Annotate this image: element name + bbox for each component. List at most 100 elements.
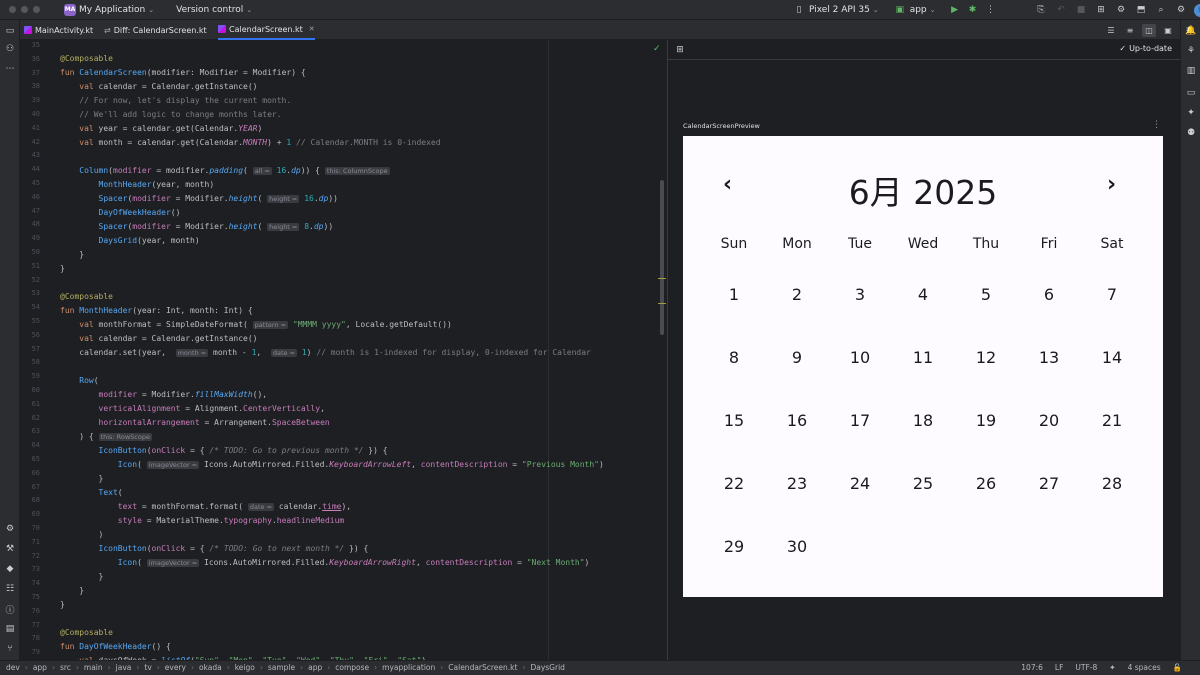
line-number[interactable]: 64 xyxy=(20,441,40,449)
indent-setting[interactable]: 4 spaces xyxy=(1128,663,1161,672)
line-number[interactable]: 42 xyxy=(20,138,40,146)
breadcrumb-item[interactable]: every xyxy=(165,663,186,672)
sync-icon[interactable]: ⎘ xyxy=(1034,3,1048,17)
breadcrumb-item[interactable]: src xyxy=(60,663,71,672)
android-sdk-icon[interactable]: ⬒ xyxy=(1134,3,1148,17)
preview-layout-icon[interactable]: ⊞ xyxy=(673,43,687,57)
line-number[interactable]: 79 xyxy=(20,648,40,656)
project-selector[interactable]: My Application ⌄ xyxy=(79,5,154,15)
day-cell[interactable]: 6 xyxy=(1017,285,1081,304)
day-cell[interactable]: 12 xyxy=(954,348,1018,367)
split-mode-icon[interactable]: ◫ xyxy=(1142,23,1156,37)
gem-icon[interactable]: ◆ xyxy=(3,562,17,576)
day-cell[interactable]: 26 xyxy=(954,474,1018,493)
day-cell[interactable]: 17 xyxy=(828,411,892,430)
window-controls[interactable] xyxy=(9,6,40,13)
breadcrumb-item[interactable]: myapplication xyxy=(382,663,435,672)
line-number[interactable]: 44 xyxy=(20,165,40,173)
line-number[interactable]: 62 xyxy=(20,414,40,422)
line-number[interactable]: 60 xyxy=(20,386,40,394)
undo-icon[interactable]: ↶ xyxy=(1054,3,1068,17)
next-month-button[interactable]: › xyxy=(1107,172,1116,197)
breadcrumb-item[interactable]: DaysGrid xyxy=(530,663,564,672)
line-number[interactable]: 66 xyxy=(20,469,40,477)
device-file-icon[interactable]: ▥ xyxy=(1184,64,1198,78)
run-config-selector[interactable]: ▣ app ⌄ xyxy=(893,3,935,17)
day-cell[interactable]: 18 xyxy=(891,411,955,430)
avatar[interactable]: 👤 xyxy=(1194,3,1200,17)
gemini-icon[interactable]: ✦ xyxy=(1184,106,1198,120)
day-cell[interactable]: 3 xyxy=(828,285,892,304)
day-cell[interactable]: 13 xyxy=(1017,348,1081,367)
day-cell[interactable]: 16 xyxy=(765,411,829,430)
day-cell[interactable]: 19 xyxy=(954,411,1018,430)
line-number[interactable]: 77 xyxy=(20,621,40,629)
ai-assistant-icon[interactable]: ✦ xyxy=(1109,663,1115,672)
change-marker[interactable] xyxy=(658,303,666,304)
line-number[interactable]: 67 xyxy=(20,483,40,491)
day-cell[interactable]: 1 xyxy=(702,285,766,304)
day-cell[interactable]: 27 xyxy=(1017,474,1081,493)
line-number[interactable]: 54 xyxy=(20,303,40,311)
line-number[interactable]: 49 xyxy=(20,234,40,242)
line-number[interactable]: 58 xyxy=(20,358,40,366)
line-number[interactable]: 50 xyxy=(20,248,40,256)
line-number[interactable]: 39 xyxy=(20,96,40,104)
tab-list-icon[interactable]: ☰ xyxy=(1104,24,1118,37)
code-mode-icon[interactable]: ≡ xyxy=(1123,24,1137,37)
more-options-icon[interactable]: ⋮ xyxy=(1152,120,1161,130)
code-editor[interactable]: 35 36 37 38 39 40 41 42 43 44 45 46 47 48 49 50 51 52 53 54… xyxy=(20,40,667,660)
line-number[interactable]: 55 xyxy=(20,317,40,325)
day-cell[interactable]: 30 xyxy=(765,537,829,556)
line-number[interactable]: 46 xyxy=(20,193,40,201)
build-icon[interactable]: ⚒ xyxy=(3,542,17,556)
breadcrumb-item[interactable]: dev xyxy=(6,663,20,672)
breadcrumb-item[interactable]: app xyxy=(308,663,322,672)
line-number[interactable]: 71 xyxy=(20,538,40,546)
more-tools-icon[interactable]: ⋯ xyxy=(3,62,17,76)
vcs-selector[interactable]: Version control ⌄ xyxy=(176,5,252,15)
device-selector[interactable]: ▯ Pixel 2 API 35 ⌄ xyxy=(792,3,879,17)
debug-icon[interactable]: ✱ xyxy=(966,3,980,17)
line-number[interactable]: 51 xyxy=(20,262,40,270)
day-cell[interactable]: 14 xyxy=(1080,348,1144,367)
day-cell[interactable]: 4 xyxy=(891,285,955,304)
search-icon[interactable]: ⌕ xyxy=(1154,3,1168,17)
line-number[interactable]: 74 xyxy=(20,579,40,587)
line-number[interactable]: 76 xyxy=(20,607,40,615)
line-number[interactable]: 65 xyxy=(20,455,40,463)
day-cell[interactable]: 15 xyxy=(702,411,766,430)
day-cell[interactable]: 11 xyxy=(891,348,955,367)
day-cell[interactable]: 9 xyxy=(765,348,829,367)
file-encoding[interactable]: UTF-8 xyxy=(1075,663,1097,672)
day-cell[interactable]: 2 xyxy=(765,285,829,304)
run-icon[interactable]: ▶ xyxy=(948,3,962,17)
line-number[interactable]: 38 xyxy=(20,82,40,90)
breadcrumb-item[interactable]: java xyxy=(116,663,132,672)
line-number[interactable]: 40 xyxy=(20,110,40,118)
day-cell[interactable]: 20 xyxy=(1017,411,1081,430)
tab-main-activity[interactable]: MainActivity.kt xyxy=(24,20,93,40)
maximize-window-icon[interactable] xyxy=(33,6,40,13)
breadcrumb-item[interactable]: keigo xyxy=(235,663,255,672)
line-number[interactable]: 68 xyxy=(20,496,40,504)
line-number[interactable]: 75 xyxy=(20,593,40,601)
day-cell[interactable]: 24 xyxy=(828,474,892,493)
gear-icon[interactable]: ⚙ xyxy=(1174,3,1188,17)
change-marker[interactable] xyxy=(658,278,666,279)
line-number[interactable]: 57 xyxy=(20,345,40,353)
line-number[interactable]: 36 xyxy=(20,55,40,63)
line-number[interactable]: 78 xyxy=(20,634,40,642)
editor-scrollbar[interactable] xyxy=(660,180,664,335)
line-number[interactable]: 41 xyxy=(20,124,40,132)
line-number[interactable]: 70 xyxy=(20,524,40,532)
day-cell[interactable]: 7 xyxy=(1080,285,1144,304)
logcat-icon[interactable]: ☷ xyxy=(3,582,17,596)
line-number[interactable]: 69 xyxy=(20,510,40,518)
day-cell[interactable]: 10 xyxy=(828,348,892,367)
line-number[interactable]: 52 xyxy=(20,276,40,284)
line-number[interactable]: 59 xyxy=(20,372,40,380)
tab-diff-calendar-screen[interactable]: ⇄ Diff: CalendarScreen.kt xyxy=(104,20,207,40)
breadcrumb-item[interactable]: okada xyxy=(199,663,222,672)
design-mode-icon[interactable]: ▣ xyxy=(1161,24,1175,37)
